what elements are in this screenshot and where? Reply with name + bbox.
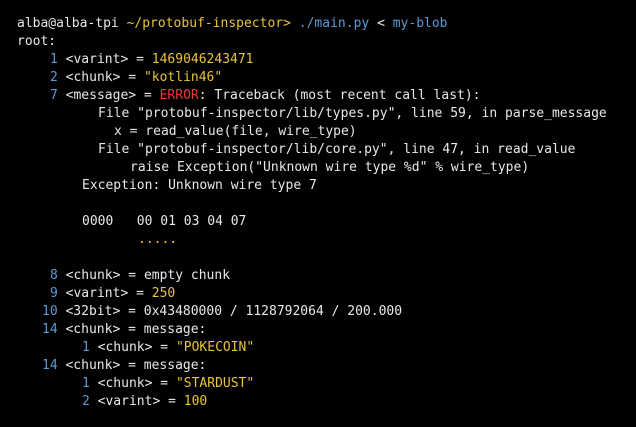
hexdump-line: 0000 00 01 03 04 07 <box>0 213 636 231</box>
prompt-redirect: < <box>377 16 385 31</box>
prompt-line: alba@alba-tpi ~/protobuf-inspector> ./ma… <box>0 15 636 33</box>
entry-14: 14 <chunk> = message: <box>42 358 207 373</box>
traceback-line: x = read_value(file, wire_type) <box>114 124 357 139</box>
entry-14-child-2: 2 <varint> = 100 <box>82 394 208 409</box>
entry-9: 9 <varint> = 250 <box>50 286 176 301</box>
entry-10: 10 <32bit> = 0x43480000 / 1128792064 / 2… <box>42 304 403 319</box>
entry-14-child-1: 1 <chunk> = "POKECOIN" <box>82 340 255 355</box>
prompt-command: ./main.py <box>298 16 370 31</box>
entry-14: 14 <chunk> = message: <box>42 322 207 337</box>
traceback-line: File "protobuf-inspector/lib/types.py", … <box>98 106 607 121</box>
traceback-line: File "protobuf-inspector/lib/core.py", l… <box>98 142 576 157</box>
entry-7: 7 <message> = ERROR: Traceback (most rec… <box>50 88 481 103</box>
prompt-cwd: ~/protobuf-inspector> <box>126 16 291 31</box>
exception-line: Exception: Unknown wire type 7 <box>82 178 317 193</box>
prompt-user-host: alba@alba-tpi <box>17 16 119 31</box>
prompt-arg: my-blob <box>392 16 448 31</box>
entry-8: 8 <chunk> = empty chunk <box>50 268 231 283</box>
root-label: root: <box>17 34 57 49</box>
entry-1: 1 <varint> = 1469046243471 <box>50 52 254 67</box>
entry-14-child-1: 1 <chunk> = "STARDUST" <box>82 376 255 391</box>
entry-2: 2 <chunk> = "kotlin46" <box>50 70 223 85</box>
error-label: ERROR <box>159 88 199 103</box>
hexdump-offset: 0000 <box>82 214 114 229</box>
terminal-window[interactable]: alba@alba-tpi ~/protobuf-inspector> ./ma… <box>0 0 636 427</box>
traceback-line: raise Exception("Unknown wire type %d" %… <box>130 160 530 175</box>
hexdump-marker: ..... <box>138 232 178 247</box>
hexdump-bytes: 00 01 03 04 07 <box>136 214 247 229</box>
